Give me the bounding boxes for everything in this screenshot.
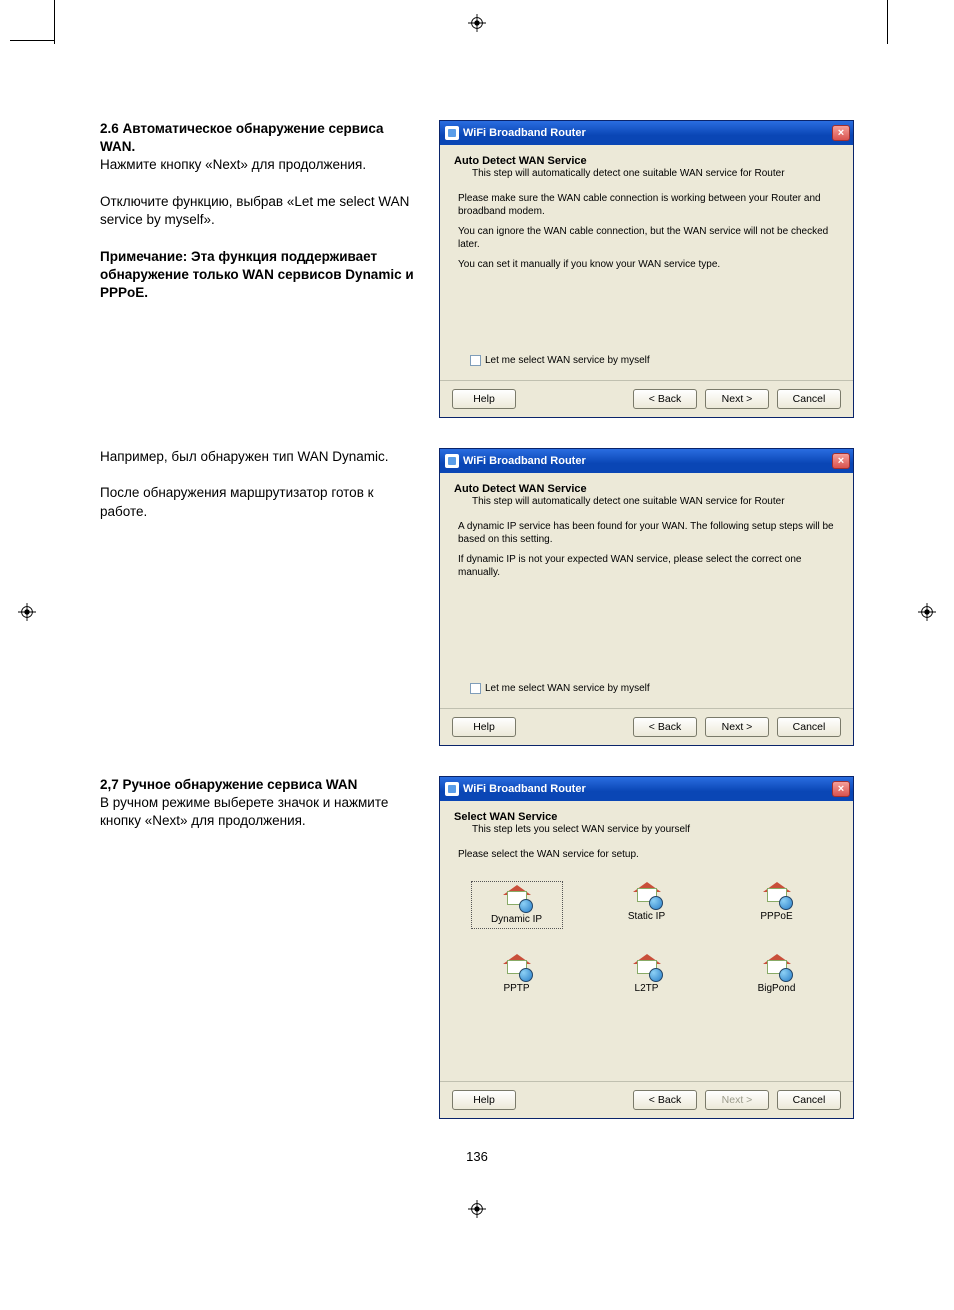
house-globe-icon bbox=[503, 885, 531, 911]
wan-option-l2tp[interactable]: L2TP bbox=[602, 954, 692, 994]
wan-option-dynamic-ip[interactable]: Dynamic IP bbox=[472, 882, 562, 928]
titlebar[interactable]: WiFi Broadband Router × bbox=[440, 121, 853, 145]
app-icon bbox=[445, 454, 459, 468]
body-text: В ручном режиме выберете значок и нажмит… bbox=[100, 794, 419, 830]
dialog-text: Please make sure the WAN cable connectio… bbox=[458, 193, 835, 218]
close-button[interactable]: × bbox=[832, 453, 850, 469]
checkbox-label: Let me select WAN service by myself bbox=[485, 683, 650, 694]
help-button[interactable]: Help bbox=[452, 717, 516, 737]
close-button[interactable]: × bbox=[832, 781, 850, 797]
wan-option-label: L2TP bbox=[635, 983, 659, 994]
dialog-window: WiFi Broadband Router × Select WAN Servi… bbox=[439, 776, 854, 1119]
help-button[interactable]: Help bbox=[452, 1090, 516, 1110]
dialog-text: You can ignore the WAN cable connection,… bbox=[458, 226, 835, 251]
checkbox[interactable] bbox=[470, 683, 481, 694]
window-title: WiFi Broadband Router bbox=[463, 127, 586, 139]
cancel-button[interactable]: Cancel bbox=[777, 717, 841, 737]
house-globe-icon bbox=[763, 954, 791, 980]
wan-option-label: BigPond bbox=[758, 983, 796, 994]
note-text: Примечание: Эта функция поддерживает обн… bbox=[100, 248, 419, 303]
registration-mark-icon bbox=[468, 1200, 486, 1218]
cancel-button[interactable]: Cancel bbox=[777, 389, 841, 409]
house-globe-icon bbox=[763, 882, 791, 908]
wan-option-bigpond[interactable]: BigPond bbox=[732, 954, 822, 994]
body-text: Нажмите кнопку «Next» для продолжения. bbox=[100, 156, 419, 174]
dialog-subheading: This step will automatically detect one … bbox=[472, 496, 839, 507]
house-globe-icon bbox=[503, 954, 531, 980]
next-button[interactable]: Next > bbox=[705, 389, 769, 409]
back-button[interactable]: < Back bbox=[633, 717, 697, 737]
wan-option-label: PPTP bbox=[503, 983, 529, 994]
wan-option-label: Dynamic IP bbox=[491, 914, 542, 925]
dialog-text: If dynamic IP is not your expected WAN s… bbox=[458, 554, 835, 579]
close-button[interactable]: × bbox=[832, 125, 850, 141]
section-heading: 2.6 Автоматическое обнаружение сервиса W… bbox=[100, 120, 419, 156]
titlebar[interactable]: WiFi Broadband Router × bbox=[440, 777, 853, 801]
app-icon bbox=[445, 126, 459, 140]
cancel-button[interactable]: Cancel bbox=[777, 1090, 841, 1110]
dialog-window: WiFi Broadband Router × Auto Detect WAN … bbox=[439, 448, 854, 746]
page-number: 136 bbox=[100, 1149, 854, 1164]
back-button[interactable]: < Back bbox=[633, 1090, 697, 1110]
dialog-text: A dynamic IP service has been found for … bbox=[458, 521, 835, 546]
body-text: Например, был обнаружен тип WAN Dynamic. bbox=[100, 448, 419, 466]
wan-option-static-ip[interactable]: Static IP bbox=[602, 882, 692, 928]
checkbox[interactable] bbox=[470, 355, 481, 366]
wan-option-label: PPPoE bbox=[760, 911, 792, 922]
dialog-heading: Auto Detect WAN Service bbox=[454, 155, 839, 167]
dialog-heading: Select WAN Service bbox=[454, 811, 839, 823]
dialog-text: You can set it manually if you know your… bbox=[458, 259, 835, 272]
help-button[interactable]: Help bbox=[452, 389, 516, 409]
body-text: После обнаружения маршрутизатор готов к … bbox=[100, 484, 419, 520]
checkbox-label: Let me select WAN service by myself bbox=[485, 355, 650, 366]
back-button[interactable]: < Back bbox=[633, 389, 697, 409]
wan-option-pptp[interactable]: PPTP bbox=[472, 954, 562, 994]
window-title: WiFi Broadband Router bbox=[463, 455, 586, 467]
next-button[interactable]: Next > bbox=[705, 717, 769, 737]
dialog-subheading: This step will automatically detect one … bbox=[472, 168, 839, 179]
house-globe-icon bbox=[633, 954, 661, 980]
dialog-subheading: This step lets you select WAN service by… bbox=[472, 824, 839, 835]
window-title: WiFi Broadband Router bbox=[463, 783, 586, 795]
dialog-heading: Auto Detect WAN Service bbox=[454, 483, 839, 495]
house-globe-icon bbox=[633, 882, 661, 908]
dialog-text: Please select the WAN service for setup. bbox=[458, 849, 835, 862]
dialog-window: WiFi Broadband Router × Auto Detect WAN … bbox=[439, 120, 854, 418]
titlebar[interactable]: WiFi Broadband Router × bbox=[440, 449, 853, 473]
body-text: Отключите функцию, выбрав «Let me select… bbox=[100, 193, 419, 229]
wan-option-label: Static IP bbox=[628, 911, 665, 922]
section-heading: 2,7 Ручное обнаружение сервиса WAN bbox=[100, 776, 419, 794]
wan-option-pppoe[interactable]: PPPoE bbox=[732, 882, 822, 928]
next-button[interactable]: Next > bbox=[705, 1090, 769, 1110]
app-icon bbox=[445, 782, 459, 796]
